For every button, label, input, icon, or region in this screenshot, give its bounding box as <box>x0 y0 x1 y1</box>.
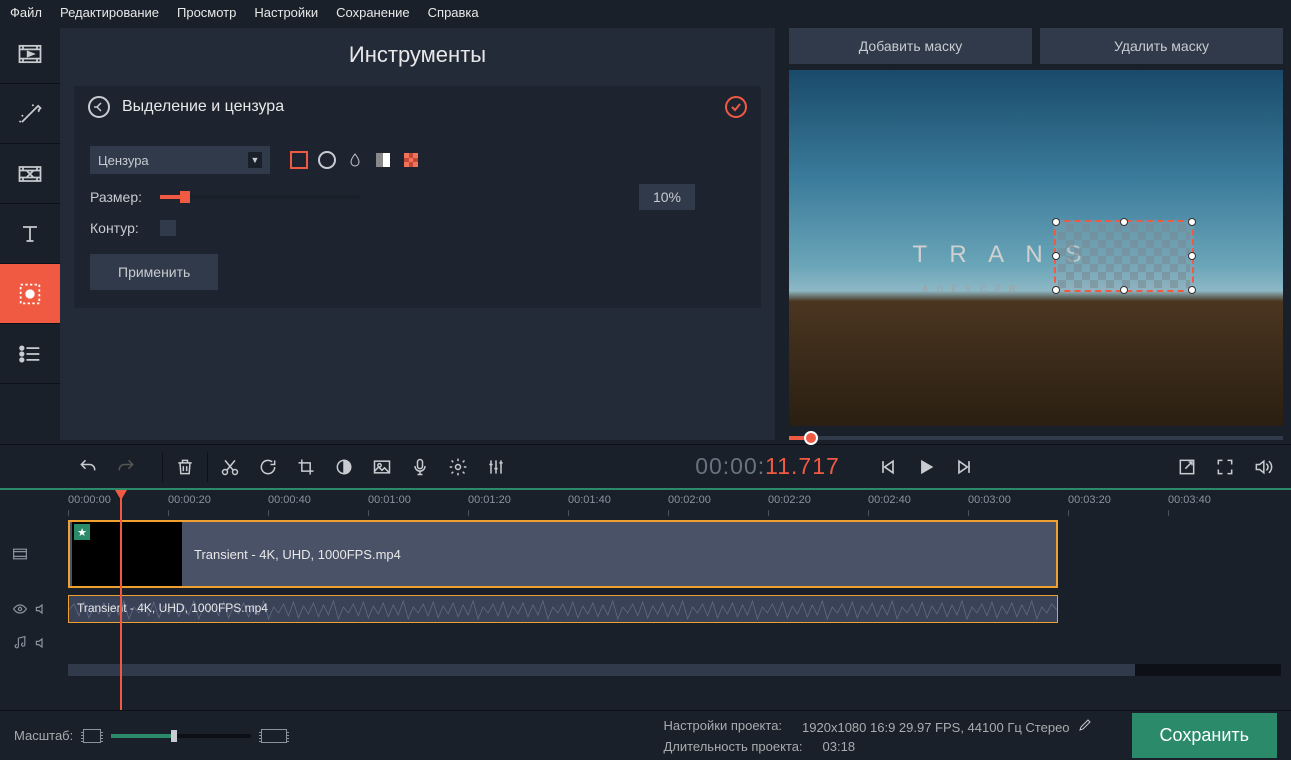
menu-view[interactable]: Просмотр <box>177 5 236 20</box>
audio-track[interactable]: Transient - 4K, UHD, 1000FPS.mp4 <box>68 594 1291 624</box>
edit-toolbar: 00:00:11.717 <box>0 444 1291 490</box>
edit-project-icon[interactable] <box>1078 718 1092 732</box>
outline-checkbox[interactable] <box>160 220 176 236</box>
preview-scrubber[interactable] <box>789 436 1283 440</box>
delete-mask-button[interactable]: Удалить маску <box>1040 28 1283 64</box>
volume-button[interactable] <box>1245 449 1281 485</box>
zoom-slider[interactable] <box>111 734 251 738</box>
clip-name: Transient - 4K, UHD, 1000FPS.mp4 <box>194 547 401 562</box>
menu-save[interactable]: Сохранение <box>336 5 410 20</box>
sidebar-highlight-censor[interactable] <box>0 264 60 324</box>
undo-button[interactable] <box>70 449 106 485</box>
tools-title: Инструменты <box>60 28 775 78</box>
zoom-label: Масштаб: <box>14 728 73 743</box>
redo-button[interactable] <box>108 449 144 485</box>
menu-settings[interactable]: Настройки <box>254 5 318 20</box>
prev-button[interactable] <box>870 449 906 485</box>
music-icon <box>12 635 28 651</box>
settings-button[interactable] <box>440 449 476 485</box>
crop-button[interactable] <box>288 449 324 485</box>
effect-bw[interactable] <box>374 151 392 169</box>
timeline-ruler[interactable]: 00:00:00 00:00:20 00:00:40 00:01:00 00:0… <box>0 490 1291 518</box>
menu-file[interactable]: Файл <box>10 5 42 20</box>
project-settings-value: 1920x1080 16:9 29.97 FPS, 44100 Гц Стере… <box>802 718 1092 735</box>
playhead[interactable] <box>120 490 122 710</box>
tools-panel: Инструменты Выделение и цензура Цензура▼… <box>60 28 775 440</box>
zoom-in-icon[interactable] <box>261 729 287 743</box>
sidebar-media[interactable] <box>0 24 60 84</box>
play-button[interactable] <box>908 449 944 485</box>
apply-button[interactable]: Применить <box>90 254 218 290</box>
audio-clip[interactable]: Transient - 4K, UHD, 1000FPS.mp4 <box>68 595 1058 623</box>
cut-button[interactable] <box>212 449 248 485</box>
timecode: 00:00:11.717 <box>695 453 840 481</box>
duration-label: Длительность проекта: <box>663 739 802 754</box>
speaker-icon[interactable] <box>34 601 50 617</box>
export-button[interactable] <box>1169 449 1205 485</box>
preview-overlay-sub: A D F V C P R <box>922 284 1018 294</box>
speaker-icon[interactable] <box>34 635 50 651</box>
color-button[interactable] <box>326 449 362 485</box>
duration-value: 03:18 <box>823 739 856 754</box>
sidebar-titles[interactable] <box>0 204 60 264</box>
censor-type-dropdown[interactable]: Цензура▼ <box>90 146 270 174</box>
effect-pixelate[interactable] <box>402 151 420 169</box>
mic-button[interactable] <box>402 449 438 485</box>
shape-circle[interactable] <box>318 151 336 169</box>
sidebar-list[interactable] <box>0 324 60 384</box>
shape-square[interactable] <box>290 151 308 169</box>
next-button[interactable] <box>946 449 982 485</box>
zoom-out-icon[interactable] <box>83 729 101 743</box>
outline-label: Контур: <box>90 220 150 236</box>
project-settings-label: Настройки проекта: <box>663 718 782 735</box>
star-icon: ★ <box>74 524 90 540</box>
timeline-scrollbar[interactable] <box>68 664 1281 676</box>
back-button[interactable] <box>88 96 110 118</box>
menubar: Файл Редактирование Просмотр Настройки С… <box>0 0 1291 24</box>
fullscreen-button[interactable] <box>1207 449 1243 485</box>
size-label: Размер: <box>90 189 150 205</box>
video-clip[interactable]: ★ Transient - 4K, UHD, 1000FPS.mp4 <box>68 520 1058 588</box>
eye-icon[interactable] <box>12 601 28 617</box>
equalizer-button[interactable] <box>478 449 514 485</box>
sidebar <box>0 24 60 444</box>
add-mask-button[interactable]: Добавить маску <box>789 28 1032 64</box>
preview-panel: Добавить маску Удалить маску T R A N S A… <box>781 24 1291 444</box>
save-button[interactable]: Сохранить <box>1132 713 1277 758</box>
music-track[interactable] <box>68 628 1291 658</box>
censor-selection[interactable] <box>1054 220 1194 292</box>
video-track[interactable]: ★ Transient - 4K, UHD, 1000FPS.mp4 <box>68 518 1291 590</box>
image-button[interactable] <box>364 449 400 485</box>
audio-clip-name: Transient - 4K, UHD, 1000FPS.mp4 <box>77 601 268 615</box>
sidebar-transitions[interactable] <box>0 144 60 204</box>
size-slider[interactable] <box>160 195 360 199</box>
statusbar: Масштаб: Настройки проекта: 1920x1080 16:… <box>0 710 1291 760</box>
preview-viewport[interactable]: T R A N S A D F V C P R <box>789 70 1283 426</box>
section-title: Выделение и цензура <box>122 98 713 116</box>
timeline: 00:00:00 00:00:20 00:00:40 00:01:00 00:0… <box>0 490 1291 710</box>
sidebar-effects[interactable] <box>0 84 60 144</box>
effect-blur[interactable] <box>346 151 364 169</box>
delete-button[interactable] <box>167 449 203 485</box>
size-value: 10% <box>639 184 695 210</box>
confirm-button[interactable] <box>725 96 747 118</box>
rotate-button[interactable] <box>250 449 286 485</box>
menu-edit[interactable]: Редактирование <box>60 5 159 20</box>
menu-help[interactable]: Справка <box>428 5 479 20</box>
film-icon <box>12 546 28 562</box>
